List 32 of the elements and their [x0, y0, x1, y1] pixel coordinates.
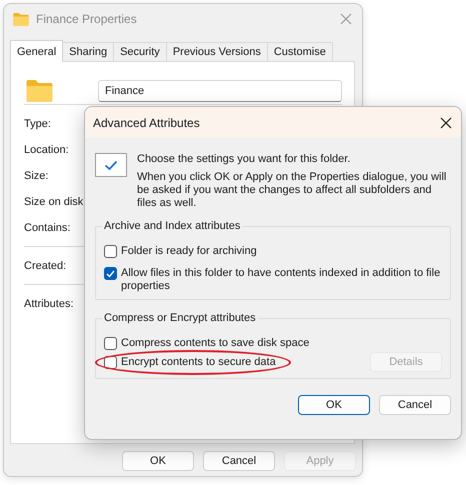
field-label: Size on disk: [24, 196, 86, 208]
checkbox-label[interactable]: Compress contents to save disk space [121, 337, 441, 350]
checkbox-label[interactable]: Allow files in this folder to have contents indexed in addition to file properties [121, 267, 441, 293]
window-title: Finance Properties [36, 12, 138, 26]
checkbox[interactable] [104, 337, 117, 350]
checkbox-icon [95, 153, 127, 177]
instruction-text: Choose the settings you want for this folder. [137, 152, 352, 166]
ok-button[interactable]: OK [298, 395, 370, 415]
checkbox[interactable] [104, 267, 117, 280]
cancel-button[interactable]: Cancel [203, 451, 275, 471]
group-title: Archive and Index attributes [103, 220, 242, 232]
field-label: Type: [24, 118, 51, 130]
description-text: When you click OK or Apply on the Properties dialogue, you will be asked if you want the changes to affect all subfolders and files as well. [137, 171, 447, 210]
field-label: Size: [24, 170, 48, 182]
checkbox[interactable] [104, 245, 117, 258]
checkbox-label[interactable]: Folder is ready for archiving [121, 245, 441, 258]
ok-button[interactable]: OK [122, 451, 194, 471]
close-icon[interactable] [440, 116, 452, 128]
field-label: Contains: [24, 222, 70, 234]
folder-icon [26, 80, 53, 102]
group-title: Compress or Encrypt attributes [103, 312, 257, 324]
checkbox[interactable] [104, 356, 117, 368]
tab[interactable]: Customise [266, 42, 333, 61]
dialog-title: Advanced Attributes [93, 116, 201, 130]
field-label: Location: [24, 144, 69, 156]
name-field[interactable]: Finance [98, 80, 342, 102]
field-label: Created: [24, 260, 66, 272]
checkbox-label[interactable]: Encrypt contents to secure data [121, 356, 276, 368]
folder-icon [13, 12, 29, 26]
cancel-button[interactable]: Cancel [379, 395, 451, 415]
tab[interactable]: General [10, 40, 64, 62]
field-label: Attributes: [24, 298, 74, 310]
